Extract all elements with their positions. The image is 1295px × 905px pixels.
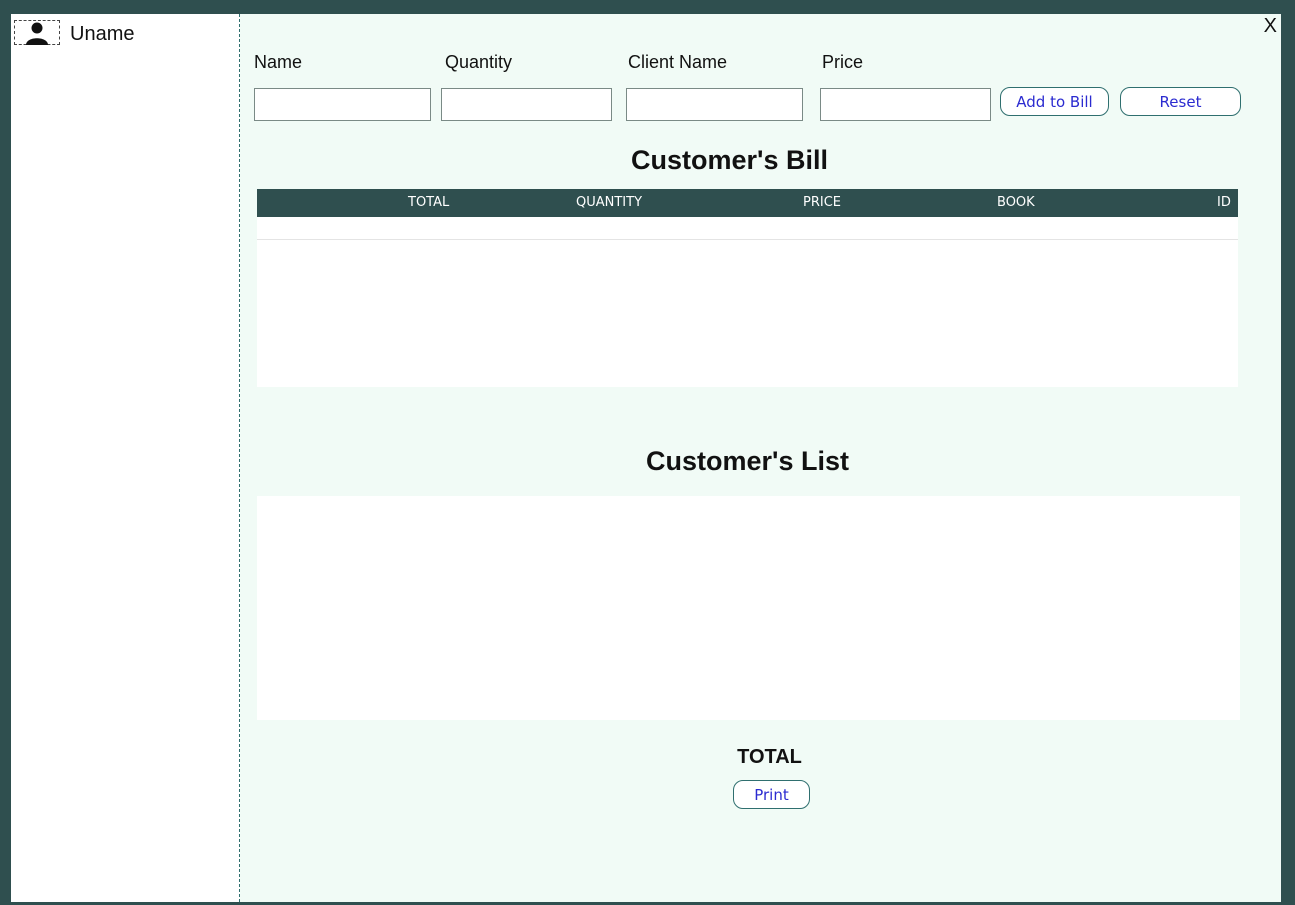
sidebar: Uname: [11, 14, 240, 902]
close-button[interactable]: X: [1264, 15, 1277, 38]
bill-table: TOTAL QUANTITY PRICE BOOK ID: [257, 189, 1238, 387]
print-button[interactable]: Print: [733, 780, 810, 809]
main-panel: X Name Quantity Client Name Price Add to…: [240, 14, 1281, 902]
column-header-price[interactable]: PRICE: [803, 189, 841, 217]
total-label: TOTAL: [737, 746, 802, 768]
user-icon: [26, 22, 48, 45]
reset-button[interactable]: Reset: [1120, 87, 1241, 116]
column-header-book[interactable]: BOOK: [997, 189, 1035, 217]
column-header-quantity[interactable]: QUANTITY: [576, 189, 642, 217]
name-label: Name: [254, 52, 303, 72]
column-header-total[interactable]: TOTAL: [408, 189, 449, 217]
column-header-id[interactable]: ID: [1217, 189, 1231, 217]
app-window: Uname X Name Quantity Client Name Price …: [11, 14, 1281, 902]
table-row-divider: [257, 239, 1238, 240]
add-to-bill-button[interactable]: Add to Bill: [1000, 87, 1109, 116]
bill-table-header: TOTAL QUANTITY PRICE BOOK ID: [257, 189, 1238, 217]
bill-title: Customer's Bill: [631, 145, 828, 175]
user-avatar-box[interactable]: [14, 20, 60, 45]
customer-list[interactable]: [257, 496, 1240, 720]
price-label: Price: [822, 52, 864, 72]
client-name-input[interactable]: [626, 88, 803, 121]
price-input[interactable]: [820, 88, 991, 121]
name-input[interactable]: [254, 88, 431, 121]
client-name-label: Client Name: [628, 52, 728, 72]
quantity-label: Quantity: [445, 52, 513, 72]
quantity-input[interactable]: [441, 88, 612, 121]
list-title: Customer's List: [646, 446, 849, 476]
username-label: Uname: [70, 23, 135, 45]
